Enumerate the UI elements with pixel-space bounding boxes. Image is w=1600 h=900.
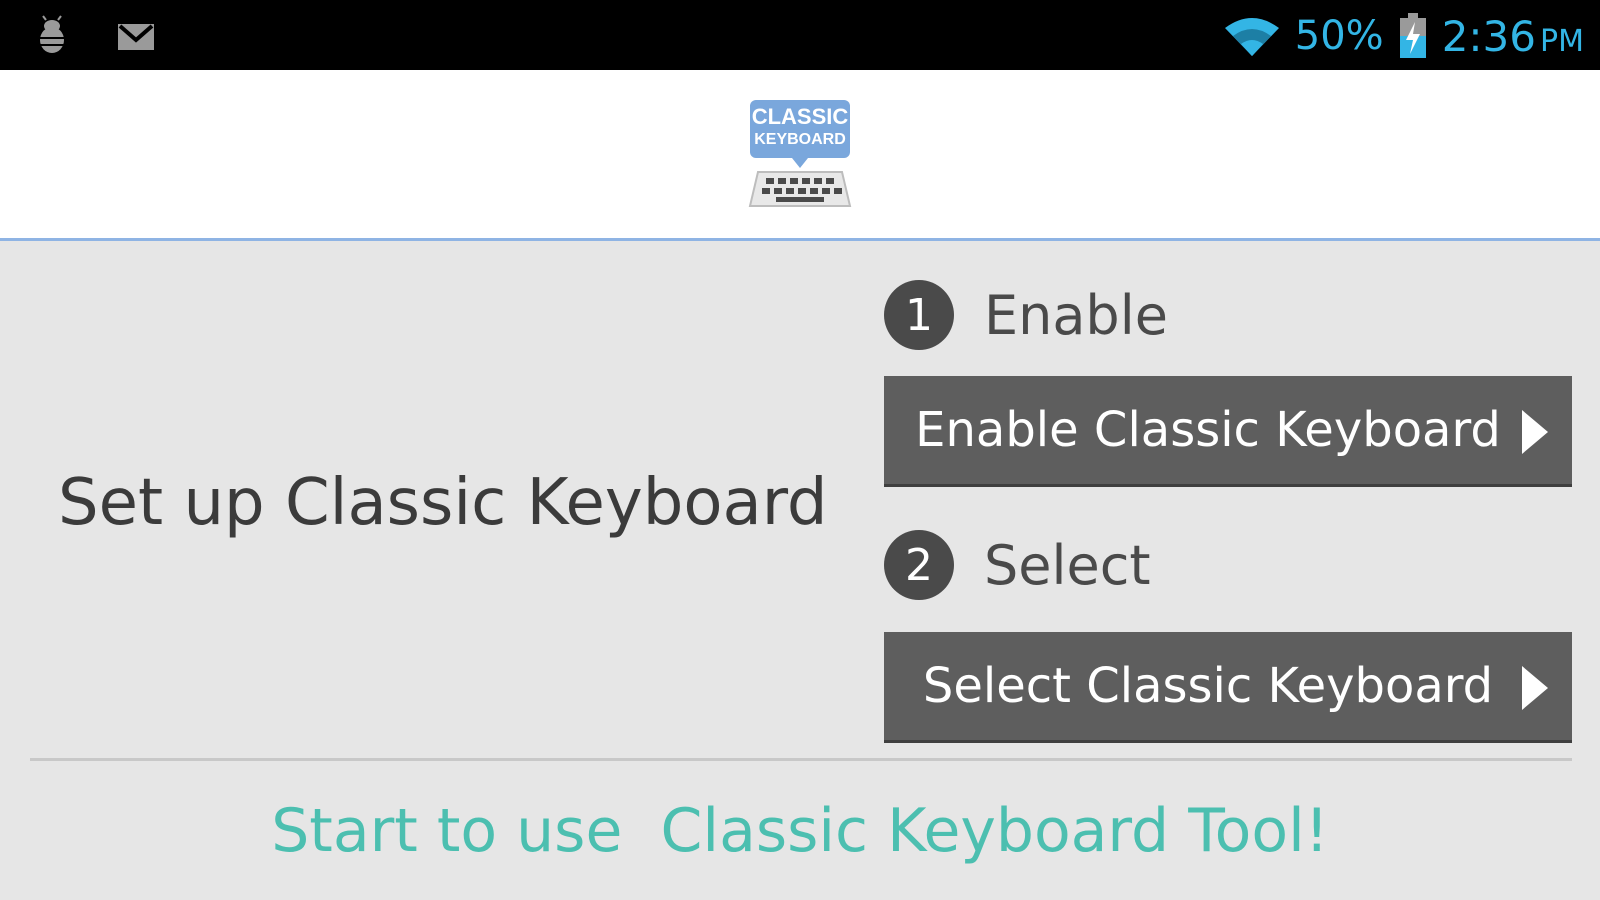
clock-time: 2:36 — [1441, 11, 1537, 61]
setup-title: Set up Classic Keyboard — [58, 466, 828, 540]
step-label: Enable — [984, 283, 1168, 347]
step-enable: 1 Enable — [884, 278, 1168, 352]
step-select: 2 Select — [884, 528, 1151, 602]
battery-percent: 50% — [1294, 13, 1384, 59]
battery-charging-icon — [1399, 13, 1426, 58]
enable-classic-keyboard-button[interactable]: Enable Classic Keyboard — [884, 376, 1572, 484]
gmail-icon — [118, 24, 154, 50]
step-label: Select — [984, 533, 1151, 597]
logo-text-line1: CLASSIC — [752, 104, 849, 129]
arrow-right-icon — [1522, 410, 1548, 454]
step-number-badge: 1 — [884, 280, 954, 350]
status-right: 50% 2:36 PM — [1223, 8, 1584, 64]
step-number-badge: 2 — [884, 530, 954, 600]
select-classic-keyboard-button[interactable]: Select Classic Keyboard — [884, 632, 1572, 740]
start-to-use-link[interactable]: Start to use Classic Keyboard Tool! — [0, 796, 1600, 866]
clock-ampm: PM — [1540, 23, 1584, 59]
button-label: Enable Classic Keyboard — [915, 402, 1501, 458]
wifi-icon — [1224, 18, 1279, 56]
debug-bug-icon — [40, 15, 64, 53]
app-header: CLASSIC KEYBOARD — [0, 70, 1600, 241]
notification-icons — [30, 14, 158, 58]
button-label: Select Classic Keyboard — [922, 658, 1494, 714]
clock: 2:36 PM — [1442, 12, 1584, 61]
status-bar: 50% 2:36 PM — [0, 0, 1600, 70]
logo-text-line2: KEYBOARD — [754, 131, 846, 148]
divider — [30, 758, 1572, 761]
arrow-right-icon — [1522, 666, 1548, 710]
classic-keyboard-logo: CLASSIC KEYBOARD — [748, 100, 852, 207]
